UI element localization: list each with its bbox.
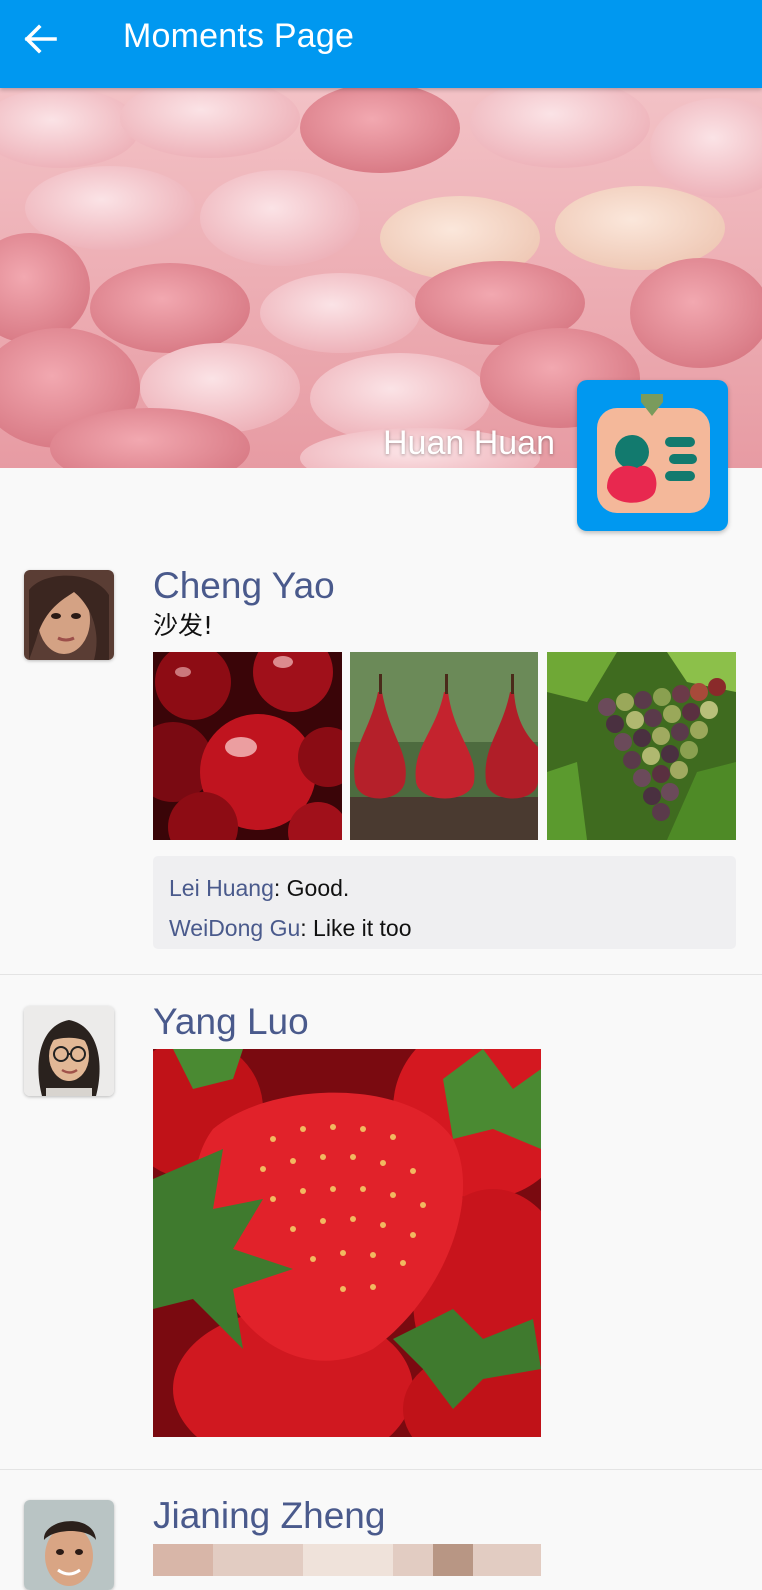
- comment-item: Lei Huang: Good.: [169, 868, 736, 908]
- moment-post: Jianing Zheng: [0, 1469, 762, 1590]
- avatar[interactable]: [24, 570, 114, 660]
- app-bar: Moments Page: [0, 0, 762, 88]
- post-author-name[interactable]: Cheng Yao: [153, 564, 335, 608]
- post-photo-red-pears[interactable]: [350, 652, 538, 840]
- avatar[interactable]: [24, 1006, 114, 1096]
- moment-post: Cheng Yao 沙发! Lei Huang: Good. WeiDong G…: [0, 468, 762, 975]
- moment-post: Yang Luo: [0, 974, 762, 1470]
- comment-item: WeiDong Gu: Like it too: [169, 908, 736, 948]
- post-photo-strawberries[interactable]: [153, 1049, 541, 1437]
- comment-separator: :: [300, 915, 314, 941]
- comment-text: Like it too: [313, 915, 412, 941]
- post-photo-grapes[interactable]: [547, 652, 736, 840]
- comment-text: Good.: [286, 875, 350, 901]
- app-logo-icon[interactable]: [577, 380, 728, 531]
- post-photo[interactable]: [153, 1544, 541, 1576]
- comment-author[interactable]: Lei Huang: [169, 875, 274, 901]
- post-content: 沙发!: [153, 611, 214, 640]
- comment-author[interactable]: WeiDong Gu: [169, 915, 300, 941]
- arrow-back-icon[interactable]: [18, 17, 62, 61]
- post-author-name[interactable]: Yang Luo: [153, 1000, 309, 1044]
- post-photo-cherries[interactable]: [153, 652, 342, 840]
- comment-list: Lei Huang: Good. WeiDong Gu: Like it too: [153, 856, 736, 949]
- comment-separator: :: [273, 875, 287, 901]
- post-author-name[interactable]: Jianing Zheng: [153, 1494, 385, 1538]
- avatar[interactable]: [24, 1500, 114, 1590]
- page-title: Moments Page: [123, 17, 355, 55]
- cover-user-name: Huan Huan: [382, 424, 555, 462]
